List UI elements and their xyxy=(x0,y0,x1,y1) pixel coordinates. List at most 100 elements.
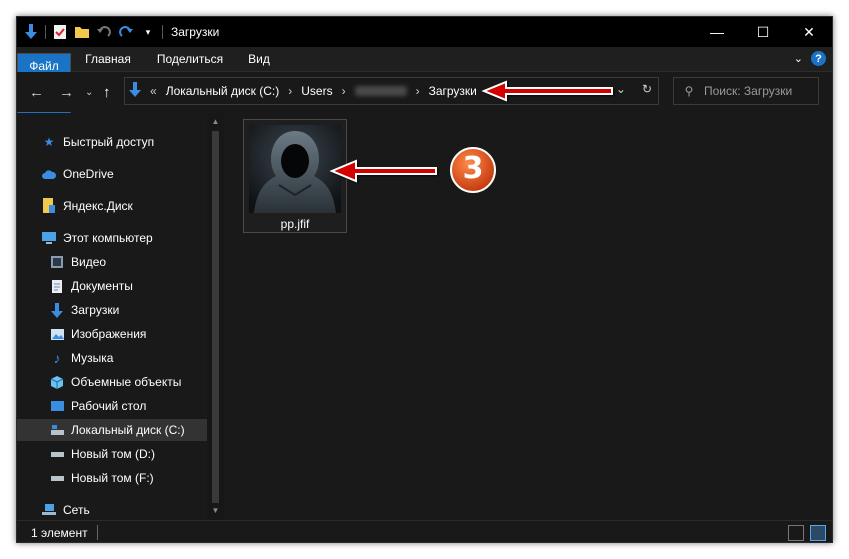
download-arrow-icon xyxy=(129,81,141,101)
breadcrumb-overflow[interactable]: « xyxy=(150,84,157,98)
sidebar-item-label: Объемные объекты xyxy=(71,375,182,389)
forward-arrow-icon[interactable]: → xyxy=(59,84,74,101)
view-switcher xyxy=(788,525,826,541)
recent-dropdown-icon[interactable]: ⌄ xyxy=(85,87,93,98)
sidebar-item-network[interactable]: Сеть xyxy=(17,499,231,521)
sidebar-item-label: Новый том (F:) xyxy=(71,471,154,485)
file-name: pp.jfif xyxy=(280,217,310,231)
search-icon: ⚲ xyxy=(684,84,694,98)
sidebar-item-drive-c[interactable]: Локальный диск (C:) xyxy=(17,419,207,441)
step-number: 3 xyxy=(462,151,484,186)
sidebar-item-label: Этот компьютер xyxy=(63,231,153,245)
address-dropdown-icon[interactable]: ⌄ xyxy=(616,82,626,96)
desktop-icon xyxy=(49,398,65,414)
music-icon: ♪ xyxy=(53,350,61,366)
details-view-icon[interactable] xyxy=(788,525,804,541)
sidebar-item-3d-objects[interactable]: Объемные объекты xyxy=(17,371,239,393)
sidebar-item-music[interactable]: ♪ Музыка xyxy=(17,347,239,369)
minimize-button[interactable]: — xyxy=(694,17,740,47)
sidebar-scrollbar[interactable]: ▲ ▼ xyxy=(207,113,224,520)
sidebar-item-label: Сеть xyxy=(63,503,90,517)
back-arrow-icon[interactable]: ← xyxy=(29,84,44,101)
chevron-right-icon[interactable]: › xyxy=(416,84,420,98)
sidebar-item-label: Изображения xyxy=(71,327,147,341)
maximize-button[interactable]: ☐ xyxy=(740,17,786,47)
sidebar-item-onedrive[interactable]: OneDrive xyxy=(17,163,231,185)
scroll-down-icon[interactable]: ▼ xyxy=(207,504,224,518)
sidebar-item-quick-access[interactable]: ★ Быстрый доступ xyxy=(17,131,231,153)
explorer-window: ▾ Загрузки — ☐ ✕ Файл Главная Поделиться… xyxy=(16,16,833,543)
breadcrumb: « Локальный диск (C:) › Users › › Загруз… xyxy=(129,78,477,104)
quick-access-toolbar: ▾ xyxy=(23,23,163,41)
documents-icon xyxy=(49,278,65,294)
tab-view[interactable]: Вид xyxy=(239,47,279,71)
sidebar-item-drive-f[interactable]: Новый том (F:) xyxy=(17,467,239,489)
navigation-bar: ← → ⌄ ↑ « Локальный диск (C:) › Users › … xyxy=(17,72,832,112)
sidebar-item-label: Новый том (D:) xyxy=(71,447,155,461)
drive-icon xyxy=(49,470,65,486)
tab-home[interactable]: Главная xyxy=(75,47,141,71)
status-bar: 1 элемент xyxy=(17,520,832,542)
item-count: 1 элемент xyxy=(31,526,88,540)
sidebar-item-this-pc[interactable]: Этот компьютер xyxy=(17,227,231,249)
star-icon: ★ xyxy=(43,135,55,149)
pictures-icon xyxy=(49,326,65,342)
file-thumbnail xyxy=(249,125,341,213)
file-list: pp.jfif xyxy=(225,113,832,520)
ribbon-right-controls: ⌄ ? xyxy=(794,51,826,66)
sidebar-item-pictures[interactable]: Изображения xyxy=(17,323,239,345)
sidebar-item-video[interactable]: Видео xyxy=(17,251,239,273)
close-button[interactable]: ✕ xyxy=(786,17,832,47)
search-placeholder: Поиск: Загрузки xyxy=(704,84,793,98)
scroll-up-icon[interactable]: ▲ xyxy=(207,115,224,129)
properties-check-icon[interactable] xyxy=(52,24,68,40)
sidebar-item-label: Видео xyxy=(71,255,107,269)
chevron-right-icon[interactable]: › xyxy=(342,84,346,98)
folder-icon[interactable] xyxy=(74,24,90,40)
sidebar-item-downloads[interactable]: Загрузки xyxy=(17,299,239,321)
download-arrow-icon[interactable] xyxy=(23,24,39,40)
undo-icon[interactable] xyxy=(96,24,112,40)
breadcrumb-item-drive[interactable]: Локальный диск (C:) xyxy=(166,84,280,98)
refresh-icon[interactable]: ↻ xyxy=(642,82,652,96)
sidebar-item-label: Документы xyxy=(71,279,133,293)
address-bar-controls: ⌄ ↻ xyxy=(616,82,652,96)
sidebar-item-label: Быстрый доступ xyxy=(63,135,155,149)
toolbar-separator xyxy=(162,25,163,39)
search-input[interactable]: ⚲ Поиск: Загрузки xyxy=(673,77,819,105)
sidebar-item-desktop[interactable]: Рабочий стол xyxy=(17,395,239,417)
ribbon-tabs: Файл Главная Поделиться Вид ⌄ ? xyxy=(17,47,832,167)
breadcrumb-item-downloads[interactable]: Загрузки xyxy=(429,84,477,98)
title-bar: ▾ Загрузки — ☐ ✕ xyxy=(17,17,832,47)
breadcrumb-item-users[interactable]: Users xyxy=(301,84,332,98)
cloud-icon xyxy=(41,166,57,182)
sidebar-item-label: Яндекс.Диск xyxy=(63,199,133,213)
window-title: Загрузки xyxy=(171,25,220,39)
3d-objects-icon xyxy=(49,374,65,390)
status-separator xyxy=(97,525,98,540)
sidebar-item-yandex-disk[interactable]: Яндекс.Диск xyxy=(17,195,231,217)
address-bar[interactable]: « Локальный диск (C:) › Users › › Загруз… xyxy=(124,77,659,105)
blurred-username xyxy=(354,86,407,96)
toolbar-separator xyxy=(45,25,46,39)
tab-share[interactable]: Поделиться xyxy=(147,47,233,71)
scrollbar-thumb[interactable] xyxy=(212,131,219,503)
navigation-pane: ★ Быстрый доступ OneDrive Яндекс.Диск Эт… xyxy=(17,113,225,520)
help-icon[interactable]: ? xyxy=(811,51,826,66)
network-icon xyxy=(41,502,57,518)
chevron-right-icon[interactable]: › xyxy=(288,84,292,98)
window-controls: — ☐ ✕ xyxy=(694,17,832,47)
redo-icon[interactable] xyxy=(118,24,134,40)
file-item[interactable]: pp.jfif xyxy=(243,119,347,233)
large-icons-view-icon[interactable] xyxy=(810,525,826,541)
sidebar-item-label: Рабочий стол xyxy=(71,399,147,413)
sidebar-item-label: Музыка xyxy=(71,351,114,365)
sidebar-item-drive-d[interactable]: Новый том (D:) xyxy=(17,443,239,465)
download-icon xyxy=(49,302,65,318)
sidebar-item-label: Локальный диск (C:) xyxy=(71,423,185,437)
up-arrow-icon[interactable]: ↑ xyxy=(103,84,111,101)
sidebar-item-documents[interactable]: Документы xyxy=(17,275,239,297)
qat-dropdown-icon[interactable]: ▾ xyxy=(140,24,156,40)
yandex-disk-icon xyxy=(41,198,57,214)
chevron-down-icon[interactable]: ⌄ xyxy=(794,52,803,65)
